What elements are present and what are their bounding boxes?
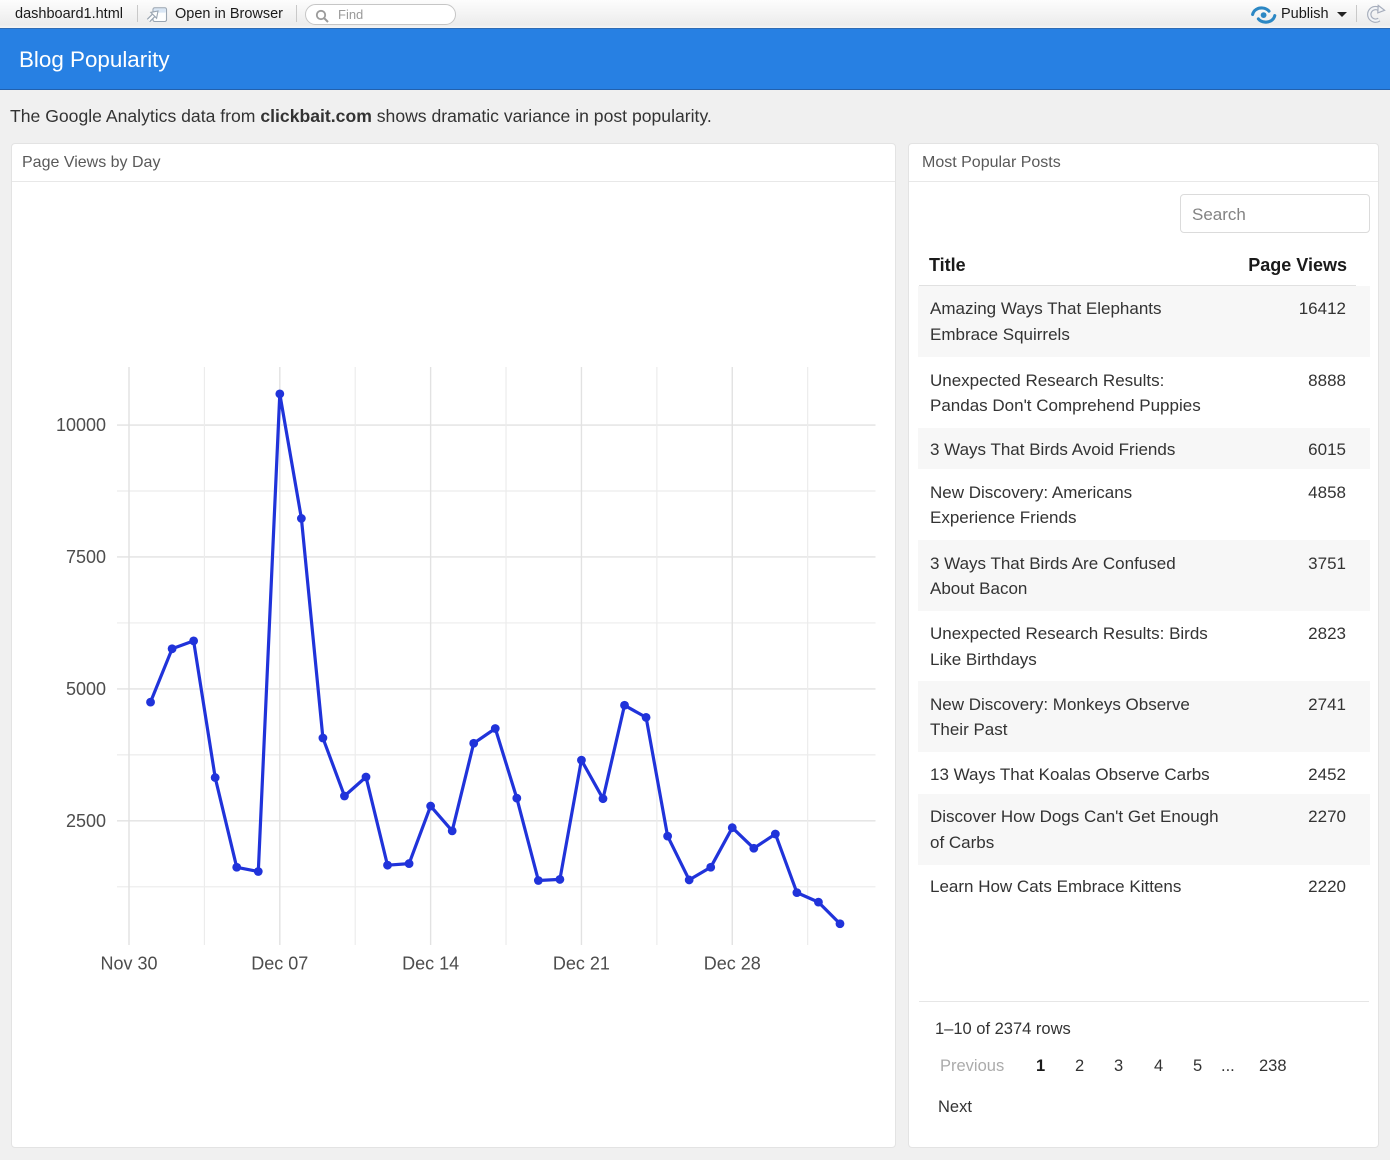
svg-text:Nov 30: Nov 30 bbox=[100, 954, 157, 974]
svg-text:Dec 07: Dec 07 bbox=[251, 954, 308, 974]
svg-text:10000: 10000 bbox=[56, 415, 106, 435]
svg-text:2500: 2500 bbox=[66, 811, 106, 831]
svg-text:Dec 21: Dec 21 bbox=[553, 954, 610, 974]
svg-text:5000: 5000 bbox=[66, 679, 106, 699]
svg-text:7500: 7500 bbox=[66, 547, 106, 567]
svg-text:Dec 28: Dec 28 bbox=[704, 954, 761, 974]
svg-text:Dec 14: Dec 14 bbox=[402, 954, 459, 974]
